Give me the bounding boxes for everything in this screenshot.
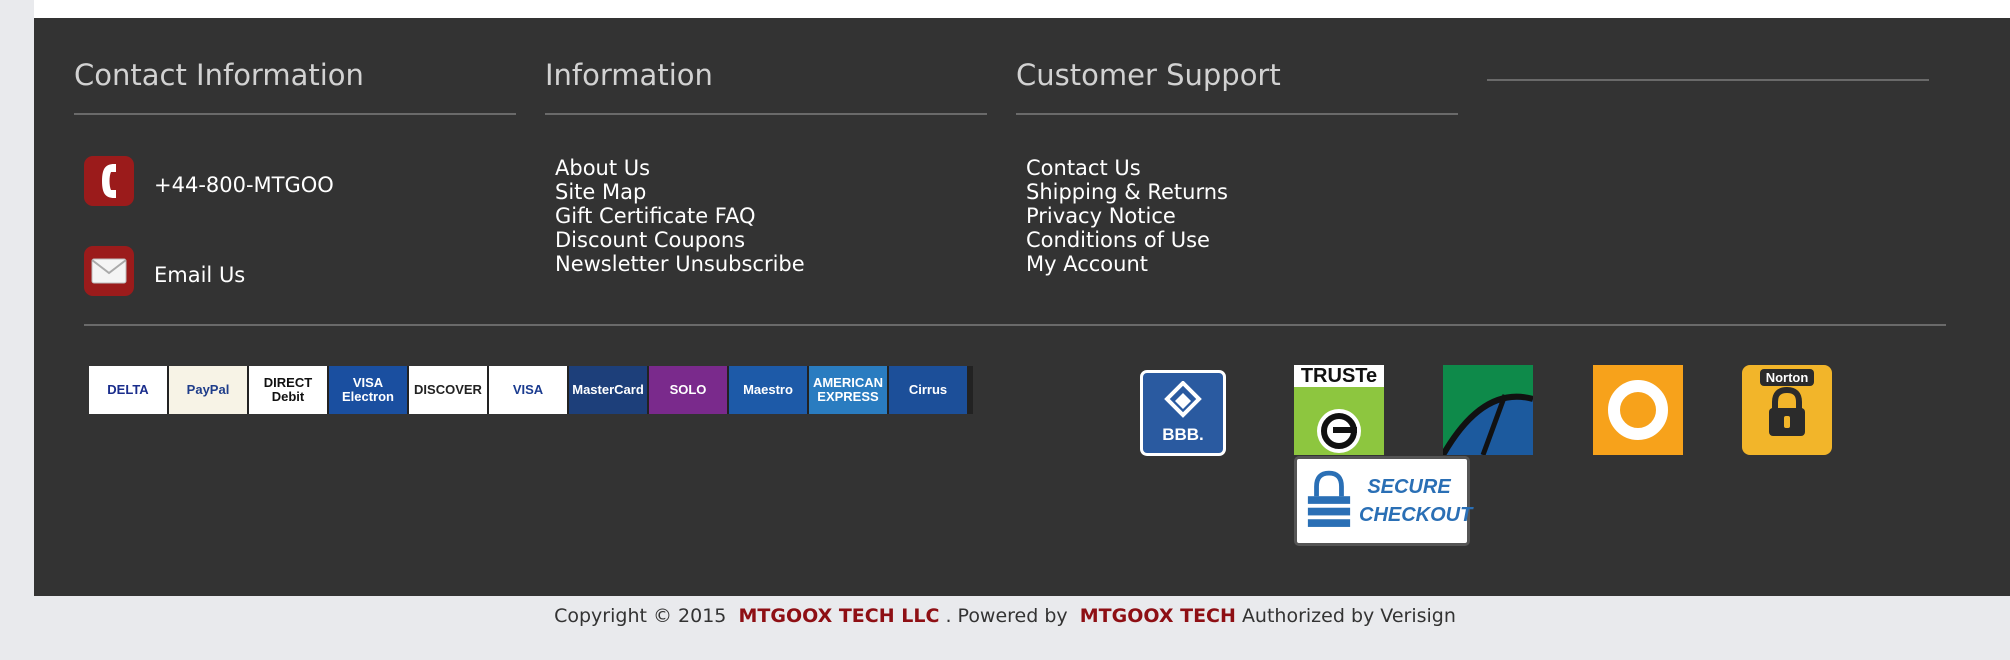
about-us-link[interactable]: About Us (555, 156, 805, 180)
secure-checkout-seal[interactable]: SECURE CHECKOUT (1294, 456, 1473, 546)
ring-logo-icon (1608, 380, 1668, 440)
payment-card-maestro: Maestro (729, 366, 807, 414)
payment-card-solo: SOLO (649, 366, 727, 414)
bbb-seal-label: BBB. (1162, 425, 1204, 444)
conditions-of-use-link[interactable]: Conditions of Use (1026, 228, 1228, 252)
information-title: Information (545, 58, 713, 92)
payment-card-delta: DELTA (89, 366, 167, 414)
truste-seal-label: TRUSTe (1300, 365, 1378, 387)
contact-us-link[interactable]: Contact Us (1026, 156, 1228, 180)
site-map-link[interactable]: Site Map (555, 180, 805, 204)
my-account-link[interactable]: My Account (1026, 252, 1228, 276)
padlock-icon (1769, 386, 1805, 436)
payment-card-visa: VISA (489, 366, 567, 414)
payment-card-discover: DISCOVER (409, 366, 487, 414)
partner-arc-seal[interactable] (1443, 365, 1533, 455)
customer-support-links: Contact Us Shipping & Returns Privacy No… (1026, 156, 1228, 276)
authorized-text: Authorized by Verisign (1241, 605, 1456, 627)
site-footer: Contact Information Information Customer… (34, 18, 2010, 596)
phone-number-link[interactable]: +44-800-MTGOO (154, 173, 334, 197)
brand-link[interactable]: MTGOOX TECH (1080, 605, 1236, 627)
shipping-returns-link[interactable]: Shipping & Returns (1026, 180, 1228, 204)
email-icon (84, 246, 134, 296)
bbb-seal[interactable]: BBB. (1140, 370, 1226, 456)
top-strip (34, 0, 2010, 18)
customer-support-title: Customer Support (1016, 58, 1281, 92)
customer-support-divider (1016, 113, 1458, 115)
newsletter-unsubscribe-link[interactable]: Newsletter Unsubscribe (555, 252, 805, 276)
privacy-notice-link[interactable]: Privacy Notice (1026, 204, 1228, 228)
footer-divider (84, 324, 1946, 326)
payment-methods-strip: DELTA PayPal DIRECT Debit VISA Electron DISC… (89, 366, 973, 414)
partner-ring-seal[interactable] (1593, 365, 1683, 455)
payment-card-cirrus: Cirrus (889, 366, 967, 414)
copyright-text: Copyright © 2015 (554, 605, 727, 627)
copyright-bar: Copyright © 2015 MTGOOX TECH LLC . Power… (0, 596, 2010, 636)
payment-card-paypal: PayPal (169, 366, 247, 414)
bbb-torch-icon (1164, 381, 1202, 418)
norton-seal[interactable]: Norton (1742, 365, 1832, 455)
secure-checkout-label: SECURE CHECKOUT (1359, 476, 1473, 526)
phone-icon (84, 156, 134, 206)
payment-card-visa-electron: VISA Electron (329, 366, 407, 414)
powered-by-text: . Powered by (945, 605, 1068, 627)
payment-card-direct-debit: DIRECT Debit (249, 366, 327, 414)
fourth-column-divider (1487, 79, 1929, 81)
discount-coupons-link[interactable]: Discount Coupons (555, 228, 805, 252)
contact-info-divider (74, 113, 516, 115)
truste-seal[interactable]: TRUSTe (1294, 365, 1384, 455)
email-us-link[interactable]: Email Us (154, 263, 245, 287)
payment-card-mastercard: MasterCard (569, 366, 647, 414)
gift-certificate-faq-link[interactable]: Gift Certificate FAQ (555, 204, 805, 228)
arc-logo-icon (1443, 365, 1533, 455)
contact-info-title: Contact Information (74, 58, 364, 92)
truste-e-icon (1294, 387, 1384, 455)
payment-card-american-express: AMERICAN EXPRESS (809, 366, 887, 414)
secure-lock-icon (1307, 470, 1351, 527)
information-divider (545, 113, 987, 115)
information-links: About Us Site Map Gift Certificate FAQ D… (555, 156, 805, 276)
company-link[interactable]: MTGOOX TECH LLC (738, 605, 939, 627)
norton-seal-label: Norton (1759, 369, 1815, 386)
